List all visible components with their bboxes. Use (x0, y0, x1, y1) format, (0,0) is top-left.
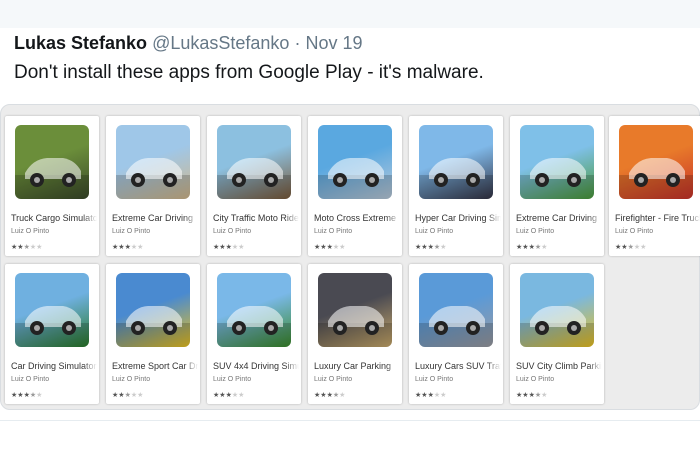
app-title[interactable]: Truck Cargo Simulator (11, 213, 97, 223)
app-title[interactable]: Moto Cross Extreme (314, 213, 400, 223)
app-title[interactable]: Luxury Cars SUV Traffic (415, 361, 501, 371)
star-rating: ★★★★★ (213, 243, 244, 251)
star-rating: ★★★★★ (11, 391, 42, 399)
app-card[interactable]: Truck Cargo Simulator Luiz O Pinto ★★★★★ (5, 116, 99, 256)
moto-rider-icon[interactable] (217, 125, 291, 199)
star-rating: ★★★★★ (213, 391, 244, 399)
star-icon: ★ (339, 244, 346, 251)
app-developer[interactable]: Luiz O Pinto (314, 228, 352, 235)
star-icon: ★ (238, 244, 245, 251)
author-name[interactable]: Lukas Stefanko (14, 33, 147, 53)
app-developer[interactable]: Luiz O Pinto (213, 228, 251, 235)
star-rating: ★★★★★ (516, 391, 547, 399)
app-title[interactable]: City Traffic Moto Rider (213, 213, 299, 223)
star-icon: ★ (36, 392, 43, 399)
star-rating: ★★★★★ (314, 391, 345, 399)
white-supercar-icon[interactable] (116, 125, 190, 199)
star-rating: ★★★★★ (516, 243, 547, 251)
app-developer[interactable]: Luiz O Pinto (415, 376, 453, 383)
app-card[interactable]: Hyper Car Driving Simulator Luiz O Pinto ★… (409, 116, 503, 256)
app-developer[interactable]: Luiz O Pinto (11, 376, 49, 383)
app-developer[interactable]: Luiz O Pinto (314, 376, 352, 383)
app-title[interactable]: Luxury Car Parking (314, 361, 400, 371)
star-icon: ★ (238, 392, 245, 399)
truck-cargo-icon[interactable] (15, 125, 89, 199)
app-card[interactable]: Extreme Sport Car Driving Luiz O Pinto ★★★… (106, 264, 200, 404)
app-title[interactable]: Hyper Car Driving Simulator (415, 213, 501, 223)
app-card[interactable]: SUV 4x4 Driving Simulator Luiz O Pinto ★★★… (207, 264, 301, 404)
app-title[interactable]: Extreme Car Driving (112, 213, 198, 223)
app-card[interactable]: Extreme Car Driving Luiz O Pinto ★★★★★ (106, 116, 200, 256)
star-icon: ★ (541, 244, 548, 251)
star-rating: ★★★★★ (314, 243, 345, 251)
app-developer[interactable]: Luiz O Pinto (112, 376, 150, 383)
star-rating: ★★★★★ (11, 243, 42, 251)
fire-truck-icon[interactable] (619, 125, 693, 199)
yellow-supercar-icon[interactable] (520, 125, 594, 199)
tweet-date[interactable]: Nov 19 (305, 33, 362, 53)
app-card[interactable]: Car Driving Simulator Luiz O Pinto ★★★★★ (5, 264, 99, 404)
tweet-text: Don't install these apps from Google Pla… (14, 62, 484, 83)
app-card[interactable]: City Traffic Moto Rider Luiz O Pinto ★★★★★ (207, 116, 301, 256)
star-icon: ★ (137, 244, 144, 251)
app-title[interactable]: Extreme Sport Car Driving (112, 361, 198, 371)
star-icon: ★ (137, 392, 144, 399)
star-icon: ★ (440, 244, 447, 251)
app-developer[interactable]: Luiz O Pinto (516, 228, 554, 235)
separator-dot: · (294, 33, 301, 53)
luxury-suv-parking-icon[interactable] (318, 273, 392, 347)
tweet-header: Lukas Stefanko @LukasStefanko · Nov 19 (14, 33, 363, 54)
white-suv-icon[interactable] (520, 273, 594, 347)
app-card[interactable]: Extreme Car Driving Luiz O Pinto ★★★★★ (510, 116, 604, 256)
star-icon: ★ (36, 244, 43, 251)
app-developer[interactable]: Luiz O Pinto (415, 228, 453, 235)
star-rating: ★★★★★ (415, 243, 446, 251)
star-rating: ★★★★★ (415, 391, 446, 399)
app-developer[interactable]: Luiz O Pinto (112, 228, 150, 235)
star-rating: ★★★★★ (615, 243, 646, 251)
star-rating: ★★★★★ (112, 391, 143, 399)
star-rating: ★★★★★ (112, 243, 143, 251)
motocross-icon[interactable] (318, 125, 392, 199)
tweet-footer (0, 420, 700, 466)
app-title[interactable]: Firefighter - Fire Truck (615, 213, 700, 223)
green-supercar-icon[interactable] (15, 273, 89, 347)
app-developer[interactable]: Luiz O Pinto (11, 228, 49, 235)
app-developer[interactable]: Luiz O Pinto (516, 376, 554, 383)
app-title[interactable]: SUV 4x4 Driving Simulator (213, 361, 299, 371)
luxury-suv-traffic-icon[interactable] (419, 273, 493, 347)
star-icon: ★ (541, 392, 548, 399)
red-hypercar-icon[interactable] (419, 125, 493, 199)
app-title[interactable]: SUV City Climb Parking (516, 361, 602, 371)
author-handle[interactable]: @LukasStefanko (152, 33, 289, 53)
app-card[interactable]: Luxury Cars SUV Traffic Luiz O Pinto ★★★★★ (409, 264, 503, 404)
app-card[interactable]: Moto Cross Extreme Luiz O Pinto ★★★★★ (308, 116, 402, 256)
app-card[interactable]: Firefighter - Fire Truck Luiz O Pinto ★★★★… (609, 116, 700, 256)
app-developer[interactable]: Luiz O Pinto (213, 376, 251, 383)
green-jeep-icon[interactable] (217, 273, 291, 347)
app-card[interactable]: SUV City Climb Parking Luiz O Pinto ★★★★★ (510, 264, 604, 404)
app-card[interactable]: Luxury Car Parking Luiz O Pinto ★★★★★ (308, 264, 402, 404)
app-title[interactable]: Car Driving Simulator (11, 361, 97, 371)
star-icon: ★ (640, 244, 647, 251)
star-icon: ★ (440, 392, 447, 399)
top-bar (0, 0, 700, 28)
app-title[interactable]: Extreme Car Driving (516, 213, 602, 223)
yellow-lambo-icon[interactable] (116, 273, 190, 347)
app-developer[interactable]: Luiz O Pinto (615, 228, 653, 235)
star-icon: ★ (339, 392, 346, 399)
